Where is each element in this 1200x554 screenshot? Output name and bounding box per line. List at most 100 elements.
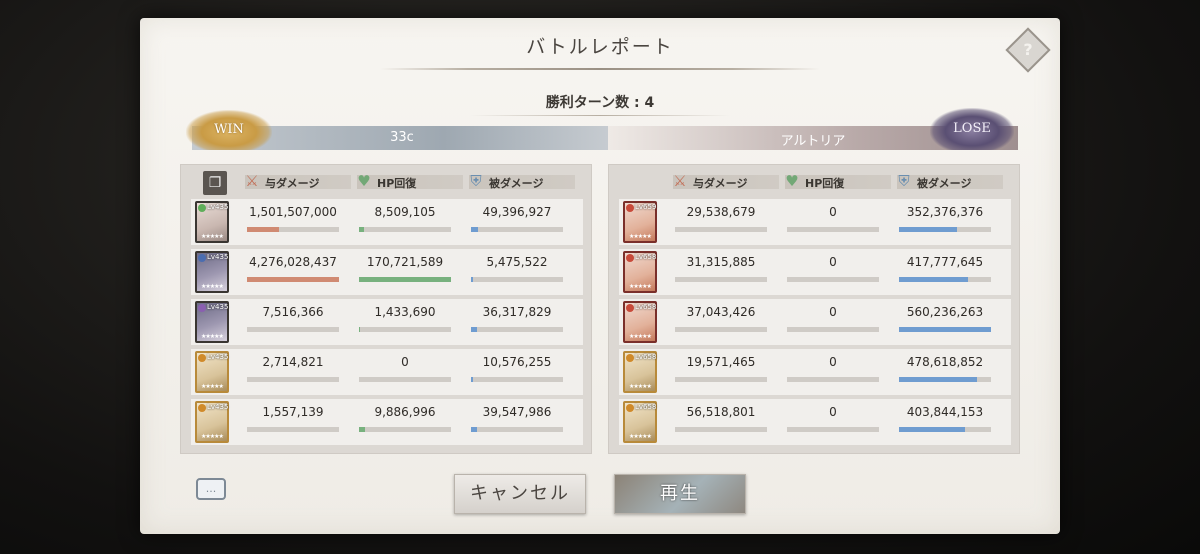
- dialog-title: バトルレポート: [526, 36, 674, 58]
- character-avatar[interactable]: Lv658 ★★★★★: [623, 251, 657, 293]
- player-stats-panel: ❐ 与ダメージ ⚔ HP回復 ♥ 被ダメージ ⛨ Lv435 ★★★★★ 1,5…: [180, 164, 592, 454]
- taken-gauge-fill: [899, 277, 968, 282]
- character-avatar[interactable]: Lv658 ★★★★★: [623, 401, 657, 443]
- taken-gauge: [471, 277, 563, 282]
- character-avatar[interactable]: Lv435 ★★★★★: [195, 401, 229, 443]
- title-divider: [380, 68, 820, 70]
- damage-value: 7,516,366: [262, 305, 324, 319]
- taken-value: 478,618,852: [906, 355, 984, 369]
- heal-gauge: [359, 227, 451, 232]
- taken-gauge: [899, 227, 991, 232]
- character-avatar[interactable]: Lv658 ★★★★★: [623, 351, 657, 393]
- enemy-row: Lv659 ★★★★★ 29,538,679 0 352,376,376: [619, 199, 1011, 245]
- heal-value: 0: [829, 205, 837, 219]
- header-taken: 被ダメージ ⛨: [897, 172, 1003, 191]
- element-icon: [626, 354, 634, 362]
- taken-gauge: [899, 327, 991, 332]
- taken-gauge-fill: [899, 227, 957, 232]
- damage-value: 29,538,679: [686, 205, 756, 219]
- heal-gauge: [359, 277, 451, 282]
- level-label: Lv659: [635, 203, 657, 211]
- damage-gauge: [247, 327, 339, 332]
- heal-gauge: [787, 427, 879, 432]
- damage-value: 4,276,028,437: [249, 255, 337, 269]
- taken-gauge: [899, 377, 991, 382]
- damage-gauge: [675, 377, 767, 382]
- taken-value: 403,844,153: [906, 405, 984, 419]
- sword-icon: ⚔: [673, 172, 687, 190]
- heal-gauge: [787, 377, 879, 382]
- taken-gauge-fill: [471, 377, 473, 382]
- damage-gauge: [247, 227, 339, 232]
- character-avatar[interactable]: Lv659 ★★★★★: [623, 201, 657, 243]
- damage-gauge: [247, 377, 339, 382]
- help-icon: ?: [1023, 40, 1033, 59]
- level-label: Lv435: [207, 303, 229, 311]
- heal-value: 0: [829, 405, 837, 419]
- taken-gauge-fill: [899, 377, 978, 382]
- heal-gauge: [787, 327, 879, 332]
- damage-gauge: [675, 277, 767, 282]
- rarity-stars: ★★★★★: [629, 433, 652, 440]
- damage-value: 1,501,507,000: [249, 205, 337, 219]
- character-avatar[interactable]: Lv435 ★★★★★: [195, 251, 229, 293]
- rarity-stars: ★★★★★: [201, 233, 224, 240]
- rarity-stars: ★★★★★: [201, 433, 224, 440]
- taken-gauge: [471, 227, 563, 232]
- damage-gauge: [675, 327, 767, 332]
- header-damage: 与ダメージ ⚔: [245, 172, 351, 191]
- heal-gauge: [359, 327, 451, 332]
- rarity-stars: ★★★★★: [629, 383, 652, 390]
- character-avatar[interactable]: Lv435 ★★★★★: [195, 201, 229, 243]
- damage-gauge: [675, 227, 767, 232]
- header-taken: 被ダメージ ⛨: [469, 172, 575, 191]
- player-row: Lv435 ★★★★★ 7,516,366 1,433,690 36,317,8…: [191, 299, 583, 345]
- replay-button[interactable]: 再生: [614, 474, 746, 514]
- heart-icon: ♥: [357, 172, 371, 190]
- shield-icon: ⛨: [470, 172, 482, 190]
- taken-value: 417,777,645: [906, 255, 984, 269]
- copy-icon[interactable]: ❐: [203, 171, 227, 195]
- cancel-button[interactable]: キャンセル: [454, 474, 586, 514]
- damage-value: 31,315,885: [686, 255, 756, 269]
- taken-gauge: [471, 377, 563, 382]
- element-icon: [198, 204, 206, 212]
- player-row: Lv435 ★★★★★ 4,276,028,437 170,721,589 5,…: [191, 249, 583, 295]
- rarity-stars: ★★★★★: [201, 383, 224, 390]
- level-label: Lv658: [635, 253, 657, 261]
- taken-gauge-fill: [471, 227, 479, 232]
- taken-gauge-fill: [899, 327, 991, 332]
- element-icon: [198, 254, 206, 262]
- taken-value: 352,376,376: [906, 205, 984, 219]
- element-icon: [626, 204, 634, 212]
- taken-value: 5,475,522: [486, 255, 548, 269]
- taken-gauge: [899, 427, 991, 432]
- heal-value: 0: [829, 255, 837, 269]
- taken-gauge: [899, 277, 991, 282]
- level-label: Lv658: [635, 403, 657, 411]
- element-icon: [626, 254, 634, 262]
- level-label: Lv435: [207, 203, 229, 211]
- damage-value: 56,518,801: [686, 405, 756, 419]
- character-avatar[interactable]: Lv435 ★★★★★: [195, 351, 229, 393]
- taken-gauge-fill: [899, 427, 966, 432]
- chat-icon[interactable]: ...: [196, 478, 226, 500]
- character-avatar[interactable]: Lv435 ★★★★★: [195, 301, 229, 343]
- heal-value: 0: [401, 355, 409, 369]
- damage-value: 2,714,821: [262, 355, 324, 369]
- element-icon: [626, 304, 634, 312]
- battle-report-dialog: バトルレポート ? 勝利ターン数 : 4 33c アルトリア WIN LOSE …: [140, 18, 1060, 534]
- sword-icon: ⚔: [245, 172, 259, 190]
- taken-value: 36,317,829: [482, 305, 552, 319]
- lose-badge: LOSE: [930, 108, 1014, 150]
- character-avatar[interactable]: Lv658 ★★★★★: [623, 301, 657, 343]
- damage-value: 1,557,139: [262, 405, 324, 419]
- heal-gauge: [787, 227, 879, 232]
- player-row: Lv435 ★★★★★ 1,557,139 9,886,996 39,547,9…: [191, 399, 583, 445]
- damage-gauge: [675, 427, 767, 432]
- heal-gauge-fill: [359, 427, 365, 432]
- enemy-row: Lv658 ★★★★★ 37,043,426 0 560,236,263: [619, 299, 1011, 345]
- taken-value: 49,396,927: [482, 205, 552, 219]
- player-row: Lv435 ★★★★★ 2,714,821 0 10,576,255: [191, 349, 583, 395]
- heal-value: 0: [829, 355, 837, 369]
